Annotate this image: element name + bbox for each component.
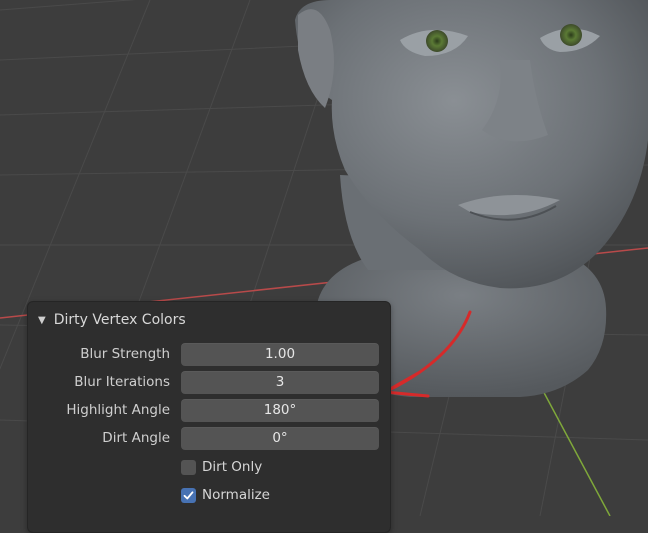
redo-last-panel: ▼ Dirty Vertex Colors Blur Strength 1.00… (27, 301, 391, 533)
highlight-angle-field[interactable]: 180° (181, 399, 379, 422)
highlight-angle-label: Highlight Angle (66, 402, 170, 418)
dirt-only-checkbox[interactable]: Dirt Only (181, 458, 262, 476)
normalize-label: Normalize (202, 487, 270, 503)
normalize-checkbox[interactable]: Normalize (181, 486, 270, 504)
dirt-angle-field[interactable]: 0° (181, 427, 379, 450)
dirt-angle-row: Dirt Angle 0° (28, 427, 390, 451)
collapse-triangle-icon[interactable]: ▼ (38, 315, 46, 326)
dirt-only-label: Dirt Only (202, 459, 263, 475)
normalize-row: Normalize (28, 483, 390, 507)
checkmark-icon[interactable] (181, 487, 196, 503)
highlight-angle-row: Highlight Angle 180° (28, 399, 390, 423)
eye-right (560, 24, 582, 46)
blur-strength-field[interactable]: 1.00 (181, 343, 379, 366)
dirt-only-row: Dirt Only (28, 455, 390, 479)
dirt-angle-label: Dirt Angle (102, 430, 170, 446)
checkbox-box[interactable] (181, 459, 196, 475)
blur-strength-label: Blur Strength (80, 346, 170, 362)
eye-left (426, 30, 448, 52)
blur-iterations-field[interactable]: 3 (181, 371, 379, 394)
blur-iterations-row: Blur Iterations 3 (28, 371, 390, 395)
blur-strength-row: Blur Strength 1.00 (28, 343, 390, 367)
panel-title: Dirty Vertex Colors (53, 312, 186, 328)
panel-header[interactable]: ▼ Dirty Vertex Colors (38, 310, 186, 330)
blur-iterations-label: Blur Iterations (74, 374, 170, 390)
